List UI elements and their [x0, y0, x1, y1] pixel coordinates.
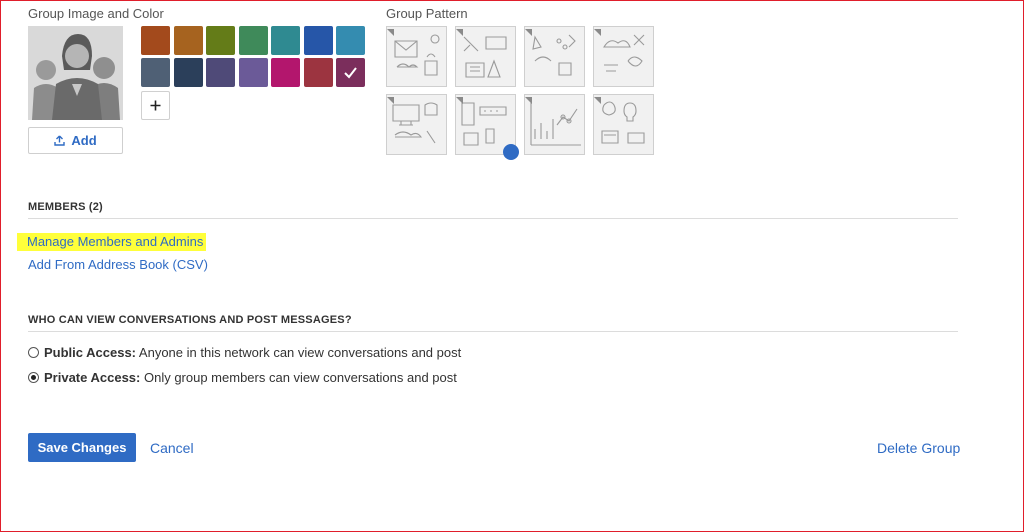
- members-divider: [28, 218, 958, 219]
- ideas-pattern-icon: [601, 101, 645, 144]
- color-swatch[interactable]: [336, 26, 365, 55]
- color-swatch[interactable]: [238, 58, 268, 87]
- pins-pattern-tile[interactable]: [524, 26, 585, 87]
- public-access-radio[interactable]: [28, 347, 39, 358]
- mail-pattern-icon: [394, 34, 440, 76]
- color-swatch[interactable]: [336, 58, 365, 87]
- access-divider: [28, 331, 958, 332]
- save-changes-button[interactable]: Save Changes: [28, 433, 136, 462]
- pins-pattern-icon: [532, 34, 576, 76]
- expand-corner-icon: [525, 97, 532, 104]
- weather-pattern-tile[interactable]: [593, 26, 654, 87]
- devices-pattern-tile[interactable]: [386, 94, 447, 155]
- color-swatch[interactable]: [303, 26, 333, 55]
- access-heading: WHO CAN VIEW CONVERSATIONS AND POST MESS…: [28, 314, 352, 326]
- charts-pattern-icon: [530, 101, 581, 146]
- tools-pattern-tile[interactable]: [455, 26, 516, 87]
- cancel-link[interactable]: Cancel: [150, 440, 194, 456]
- members-heading: MEMBERS (2): [28, 201, 103, 213]
- people-silhouette-icon: [28, 26, 123, 120]
- color-swatch[interactable]: [206, 26, 235, 55]
- expand-corner-icon: [594, 29, 601, 36]
- tools-pattern-icon: [463, 36, 507, 78]
- address-book-link[interactable]: Add From Address Book (CSV): [28, 257, 208, 272]
- weather-pattern-icon: [603, 34, 645, 72]
- color-swatch[interactable]: [271, 26, 300, 55]
- private-access-label: Private Access:: [44, 370, 141, 385]
- ideas-pattern-tile[interactable]: [593, 94, 654, 155]
- upload-icon: [54, 135, 66, 146]
- expand-corner-icon: [594, 97, 601, 104]
- add-image-button[interactable]: Add: [28, 127, 123, 154]
- devices-pattern-icon: [392, 102, 438, 144]
- manage-members-link[interactable]: Manage Members and Admins: [17, 233, 207, 251]
- group-pattern-title: Group Pattern: [386, 6, 468, 21]
- color-swatch[interactable]: [141, 58, 170, 87]
- color-swatch[interactable]: [303, 58, 333, 87]
- group-avatar: [28, 26, 123, 120]
- expand-corner-icon: [456, 97, 463, 104]
- private-access-option[interactable]: Private Access: Only group members can v…: [28, 370, 457, 385]
- public-access-label: Public Access:: [44, 345, 137, 360]
- group-image-title: Group Image and Color: [28, 6, 164, 21]
- expand-corner-icon: [387, 97, 394, 104]
- selected-pattern-indicator: [503, 144, 519, 160]
- public-access-description: Anyone in this network can view conversa…: [138, 345, 462, 360]
- color-swatch[interactable]: [173, 58, 203, 87]
- color-swatch[interactable]: [271, 58, 300, 87]
- expand-corner-icon: [456, 29, 463, 36]
- color-swatch[interactable]: [238, 26, 268, 55]
- private-access-radio[interactable]: [28, 372, 39, 383]
- private-access-description: Only group members can view conversation…: [143, 370, 457, 385]
- add-color-button[interactable]: [141, 91, 170, 120]
- mail-pattern-tile[interactable]: [386, 26, 447, 87]
- color-swatch[interactable]: [173, 26, 203, 55]
- expand-corner-icon: [387, 29, 394, 36]
- expand-corner-icon: [525, 29, 532, 36]
- charts-pattern-tile[interactable]: [524, 94, 585, 155]
- color-swatch[interactable]: [141, 26, 170, 55]
- color-swatch[interactable]: [206, 58, 235, 87]
- delete-group-link[interactable]: Delete Group: [877, 440, 960, 456]
- check-icon: [344, 67, 357, 79]
- public-access-option[interactable]: Public Access: Anyone in this network ca…: [28, 345, 461, 360]
- add-image-label: Add: [71, 133, 97, 148]
- plus-icon: [150, 100, 161, 111]
